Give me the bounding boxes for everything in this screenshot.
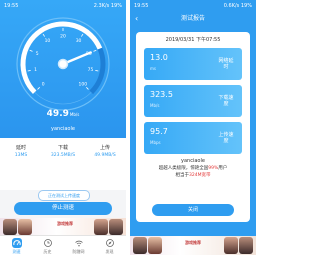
speed-test-screen: 19:55 2.3K/s 19% 0151020305075100 49.9Mb…: [0, 0, 126, 255]
gauge-tick-label: 5: [36, 51, 39, 57]
latency-label: 网络延时: [218, 58, 234, 70]
latency-value: 13.0: [150, 53, 168, 62]
discover-icon: [105, 239, 114, 247]
ad-character-image: [224, 237, 238, 254]
gauge-tick: [27, 70, 31, 72]
ad-character-image: [109, 219, 123, 235]
gauge-tick-label: 100: [79, 81, 88, 87]
ad-character-image: [239, 237, 253, 254]
gauge-tick: [37, 87, 40, 90]
beat-percent: 99%: [208, 166, 219, 171]
download-stat: 下载 323.5MB/S: [42, 144, 84, 158]
gauge-tick: [29, 49, 33, 52]
bottom-tab-bar: 测速 历史 防蹭网 发现: [0, 235, 126, 255]
latency-row: 13.0 ms 网络延时: [144, 48, 242, 80]
latency-stat: 延时 13MS: [0, 144, 42, 158]
gauge-tick-label: 1: [34, 67, 37, 73]
report-header: ‹ 测试报告: [130, 12, 256, 26]
latency-label: 延时: [15, 145, 26, 151]
tab-discover[interactable]: 发现: [97, 238, 122, 255]
download-value: 323.5MB/S: [50, 153, 76, 158]
ad-banner[interactable]: 游戏推荐: [130, 236, 256, 255]
upload-row: 95.7 Mbps 上传速度: [144, 122, 242, 154]
gauge-tick: [95, 70, 99, 72]
gauge-tick-label: 30: [76, 38, 82, 44]
equiv-bandwidth: 324M宽带: [189, 173, 211, 178]
speedometer-icon: [11, 238, 22, 248]
upload-stat: 上传 49.9MB/S: [84, 144, 126, 158]
history-icon: [43, 239, 52, 247]
gauge-tick-label: 75: [88, 67, 94, 73]
upload-value: 95.7: [150, 127, 168, 136]
gauge-tick: [93, 49, 97, 52]
upload-unit: Mbps: [150, 140, 161, 145]
page-title: 测试报告: [180, 15, 205, 22]
upload-label: 上传: [99, 145, 110, 151]
wifi-ssid: yanciaole: [51, 126, 75, 132]
ad-text: 游戏推荐: [57, 221, 73, 226]
status-time: 19:55: [4, 3, 19, 9]
stats-panel: 延时 13MS 下载 323.5MB/S 上传 49.9MB/S: [0, 138, 126, 190]
current-speed: 49.9Mb/s: [0, 101, 126, 120]
download-value: 323.5: [150, 90, 173, 99]
status-bar: 19:55 2.3K/s 19%: [0, 0, 126, 12]
latency-value: 13MS: [14, 153, 28, 158]
ad-banner[interactable]: 游戏推荐: [0, 218, 126, 235]
stop-test-button[interactable]: 停止测速: [14, 202, 112, 215]
ad-text: 游戏推荐: [185, 240, 201, 245]
status-network: 2.3K/s 19%: [93, 3, 122, 9]
report-date: 2019/03/31 下午07:55: [165, 37, 221, 43]
speed-unit: Mb/s: [69, 112, 80, 117]
tab-label: 历史: [43, 249, 52, 254]
upload-label: 上传速度: [218, 132, 234, 144]
wifi-ssid: yanciaole: [181, 158, 205, 164]
status-time: 19:55: [134, 3, 149, 9]
report-card: 2019/03/31 下午07:55 13.0 ms 网络延时 323.5 Mb…: [136, 32, 250, 222]
tab-label: 防蹭网: [72, 249, 85, 254]
status-network: 0.6K/s 19%: [223, 3, 252, 9]
download-unit: Mb/s: [150, 103, 160, 108]
tab-label: 发现: [105, 249, 114, 254]
gauge-tick-label: 0: [42, 81, 45, 87]
test-report-screen: 19:55 0.6K/s 19% ‹ 测试报告 2019/03/31 下午07:…: [130, 0, 256, 255]
close-button[interactable]: 关闭: [152, 204, 234, 216]
tab-history[interactable]: 历史: [35, 238, 60, 255]
wifi-icon: [74, 240, 83, 247]
download-row: 323.5 Mb/s 下载速度: [144, 85, 242, 117]
gauge-tick: [86, 87, 89, 90]
download-label: 下载: [57, 145, 68, 151]
speed-value: 49.9: [46, 109, 69, 119]
gauge-tick: [81, 33, 84, 37]
gauge-tick-label: 20: [60, 34, 66, 40]
speed-gauge: 0151020305075100: [16, 17, 110, 111]
download-label: 下载速度: [218, 95, 234, 107]
latency-unit: ms: [150, 66, 156, 71]
tab-label: 测速: [12, 249, 21, 254]
upload-value: 49.9MB/S: [94, 153, 116, 158]
ad-character-image: [94, 219, 108, 235]
tab-anti-leech[interactable]: 防蹭网: [66, 238, 91, 255]
ranking-text: 超越人类极限，惊艳全国99%用户 相当于324M宽带: [158, 166, 228, 178]
ad-character-image: [133, 237, 147, 254]
tab-speed-test[interactable]: 测速: [4, 238, 29, 255]
gauge-tick-label: 10: [45, 38, 51, 44]
gauge-tick: [42, 33, 45, 37]
ad-character-image: [3, 219, 17, 235]
status-bar: 19:55 0.6K/s 19%: [130, 0, 256, 12]
testing-status-button[interactable]: 正在测试上传速度: [38, 190, 90, 201]
